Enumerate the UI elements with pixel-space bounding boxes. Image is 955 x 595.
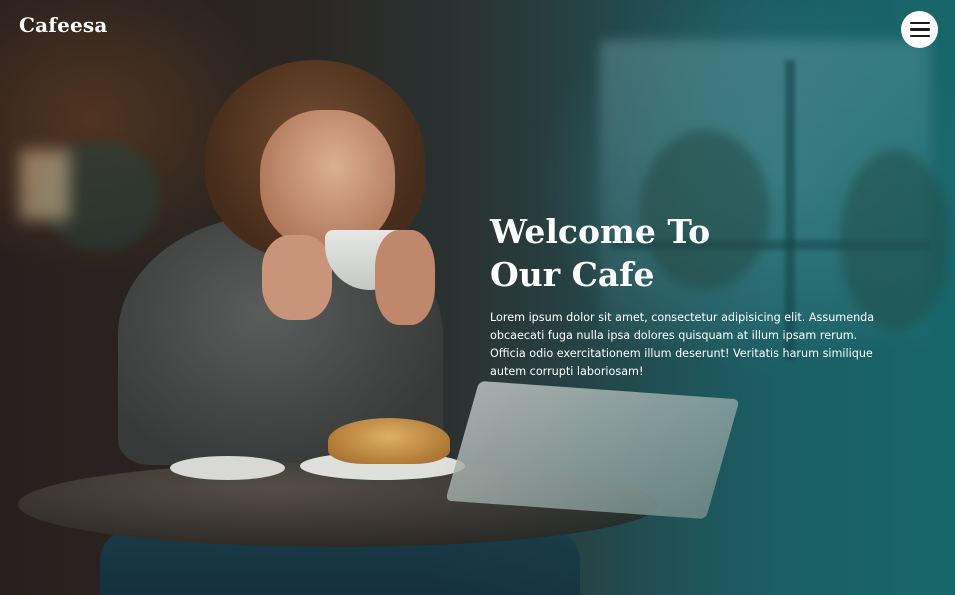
hamburger-menu-icon [909,34,930,38]
menu-button[interactable] [901,11,938,48]
hamburger-menu-icon [909,21,930,25]
hamburger-menu-icon [909,28,930,31]
hero-content: Welcome To Our Cafe Lorem ipsum dolor si… [490,210,885,381]
brand-logo[interactable]: Cafeesa [19,13,108,37]
hero-description: Lorem ipsum dolor sit amet, consectetur … [490,311,875,378]
hero-title: Welcome To Our Cafe [490,212,711,294]
